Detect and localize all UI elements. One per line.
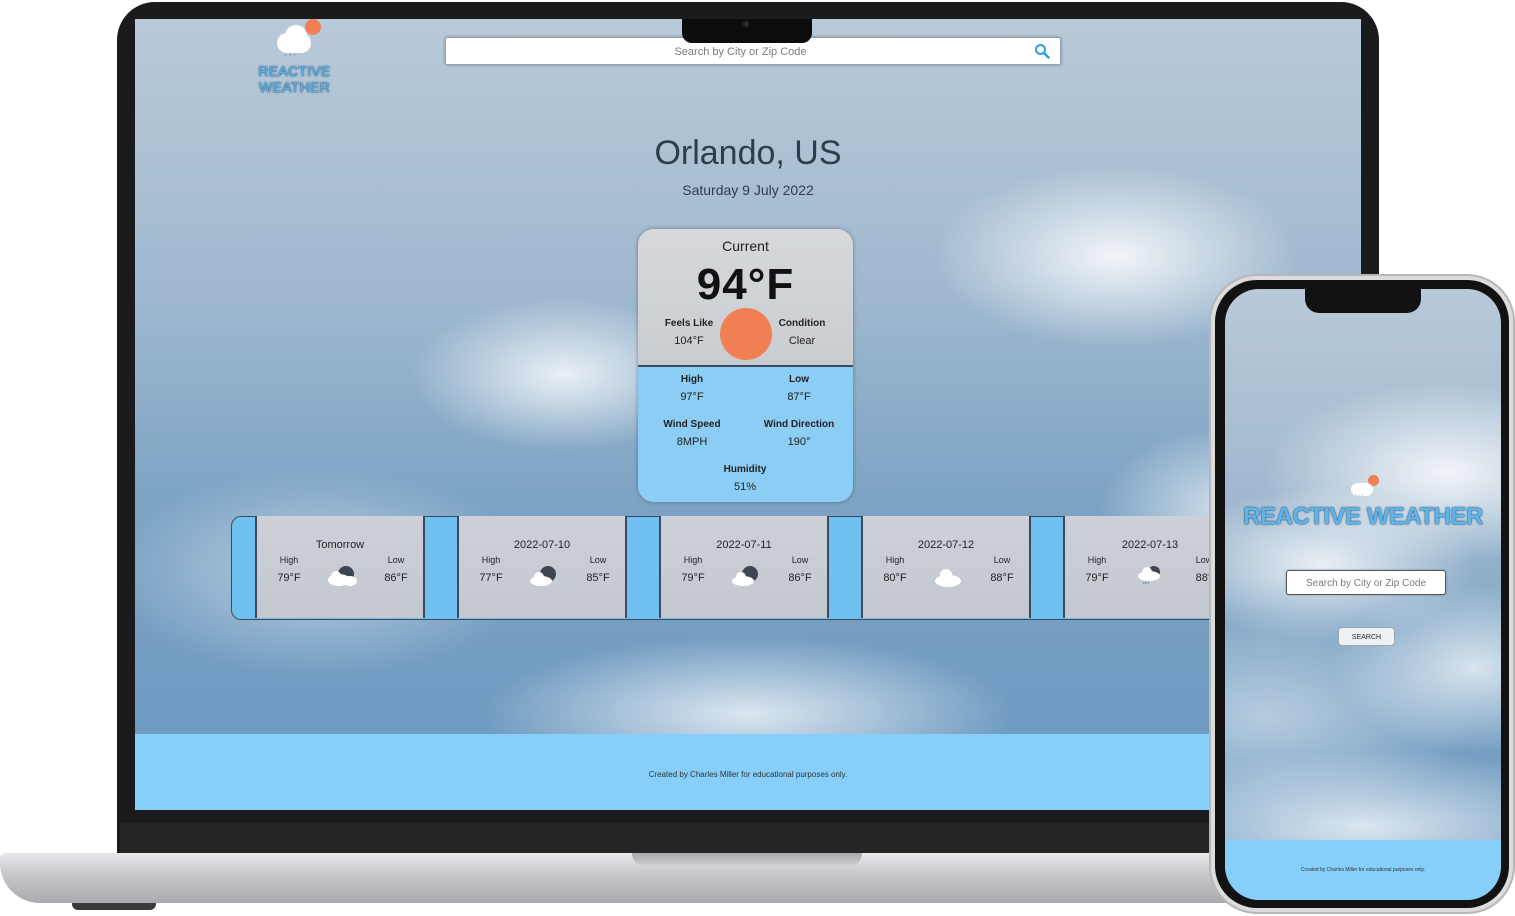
forecast-high-label: High (279, 555, 299, 565)
phone-notch (1305, 289, 1421, 313)
wind-direction-value: 190° (787, 436, 811, 448)
phone-logo-text: REACTIVE WEATHER (1243, 503, 1483, 530)
footer-credit: Created by Charles Miller for educationa… (648, 770, 848, 779)
laptop-bezel (120, 823, 1375, 855)
feels-like-value: 104°F (674, 335, 704, 347)
forecast-card[interactable]: 2022-07-11 High 79°F Low 86°F (659, 516, 829, 618)
forecast-low-label: Low (589, 555, 607, 565)
svg-text:'''': '''' (1143, 581, 1150, 589)
cloudy-night-icon (328, 566, 357, 586)
forecast-high-value: 79°F (1085, 572, 1109, 584)
phone-app-logo[interactable]: ’’’ REACTIVE WEATHER (1225, 475, 1501, 531)
current-temperature: 94°F (696, 260, 795, 309)
phone-footer-credit: Created by Charles Miller for educationa… (1300, 867, 1426, 873)
rain-cloud-sun-icon: ’’’ (1345, 475, 1381, 503)
high-value: 97°F (680, 391, 704, 403)
forecast-high-value: 79°F (277, 572, 301, 584)
forecast-day: 2022-07-10 (513, 539, 571, 551)
search-icon[interactable] (1034, 43, 1050, 59)
forecast-low-value: 88°F (990, 572, 1014, 584)
current-weather-card: Current 94°F Feels Like 104°F Condition … (638, 229, 853, 502)
wind-speed-label: Wind Speed (663, 419, 721, 430)
current-details: High 97°F Low 87°F Wind Speed 8MPH Wind … (638, 367, 853, 502)
app-logo[interactable]: ’’’ REACTIVE WEATHER (222, 19, 367, 95)
forecast-low-label: Low (993, 555, 1011, 565)
condition-value: Clear (788, 335, 816, 347)
forecast-high-label: High (683, 555, 703, 565)
logo-text: REACTIVE WEATHER (258, 63, 331, 95)
forecast-high-label: High (885, 555, 905, 565)
forecast-low-value: 86°F (384, 572, 408, 584)
phone-screen: ’’’ REACTIVE WEATHER Search by City or Z… (1225, 289, 1501, 900)
partly-cloudy-night-icon (530, 566, 556, 586)
forecast-high-value: 79°F (681, 572, 705, 584)
forecast-low-value: 86°F (788, 572, 812, 584)
forecast-card[interactable]: 2022-07-13 High 79°F '''' Low 88° (1063, 516, 1212, 618)
forecast-card[interactable]: Tomorrow High 79°F Low 86°F (255, 516, 425, 618)
city-title: Orlando, US (654, 134, 842, 172)
forecast-low-label: Low (387, 555, 405, 565)
wind-direction-label: Wind Direction (763, 419, 835, 430)
phone-footer: Created by Charles Miller for educationa… (1225, 840, 1501, 900)
forecast-low-label: Low (791, 555, 809, 565)
forecast-low-value: 85°F (586, 572, 610, 584)
rain-cloud-icon: '''' (1138, 566, 1160, 589)
cloud-icon (935, 569, 961, 587)
current-title: Current (722, 238, 769, 254)
low-value: 87°F (787, 391, 811, 403)
low-label: Low (789, 374, 809, 385)
partly-cloudy-night-icon (732, 566, 758, 586)
feels-like-label: Feels Like (664, 318, 714, 329)
condition-label: Condition (778, 318, 826, 329)
laptop-foot (72, 903, 156, 910)
forecast-high-label: High (1087, 555, 1107, 565)
forecast-high-value: 77°F (479, 572, 503, 584)
humidity-value: 51% (733, 481, 757, 493)
sun-icon (720, 308, 772, 360)
forecast-card[interactable]: 2022-07-10 High 77°F Low 85°F (457, 516, 627, 618)
forecast-day: Tomorrow (315, 539, 365, 551)
date-label: Saturday 9 July 2022 (682, 182, 814, 198)
forecast-day: 2022-07-12 (917, 539, 975, 551)
rain-cloud-sun-icon: ’’’ (265, 19, 325, 63)
laptop-trackpad-notch (632, 853, 862, 867)
forecast-high-value: 80°F (883, 572, 907, 584)
footer: Created by Charles Miller for educationa… (135, 734, 1361, 810)
forecast-day: 2022-07-11 (716, 539, 772, 551)
phone-search-input[interactable]: Search by City or Zip Code (1286, 570, 1446, 595)
wind-speed-value: 8MPH (676, 436, 708, 448)
camera-icon (743, 21, 749, 27)
forecast-high-label: High (481, 555, 501, 565)
phone-search-button[interactable]: SEARCH (1338, 627, 1395, 646)
high-label: High (680, 374, 704, 385)
humidity-label: Humidity (723, 464, 767, 475)
forecast-card[interactable]: 2022-07-12 High 80°F Low 88°F (861, 516, 1031, 618)
